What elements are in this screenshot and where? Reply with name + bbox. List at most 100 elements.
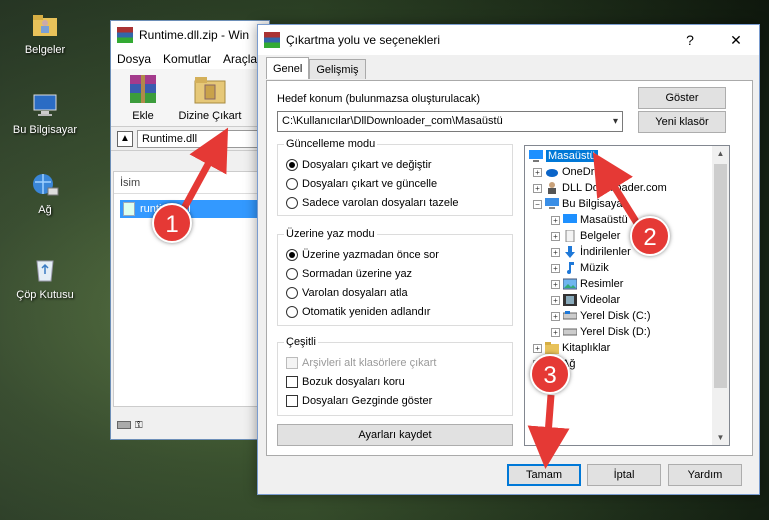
update-option-replace[interactable]: Dosyaları çıkart ve değiştir xyxy=(286,159,432,171)
update-option-update[interactable]: Dosyaları çıkart ve güncelle xyxy=(286,178,437,190)
update-option-freshen[interactable]: Sadece varolan dosyaları tazele xyxy=(286,197,459,209)
tree-item-drive-d[interactable]: + Yerel Disk (D:) xyxy=(551,324,651,340)
expand-icon[interactable]: + xyxy=(551,215,560,225)
scroll-up-icon[interactable]: ▲ xyxy=(712,149,729,158)
close-icon[interactable]: ✕ xyxy=(713,25,759,55)
tree-item-pictures[interactable]: + Resimler xyxy=(551,276,623,292)
destination-value: C:\Kullanıcılar\DllDownloader_com\Masaüs… xyxy=(282,115,503,127)
up-folder-icon[interactable]: ▲ xyxy=(117,130,133,147)
help-button[interactable]: Yardım xyxy=(668,464,742,486)
update-mode-group: Güncelleme modu Dosyaları çıkart ve deği… xyxy=(277,138,513,216)
winrar-pathbar: ▲ Runtime.dll xyxy=(111,127,269,151)
tree-item-desktop[interactable]: Masaüstü xyxy=(529,148,598,164)
radio-button[interactable] xyxy=(286,159,298,171)
expand-icon[interactable]: + xyxy=(551,311,560,321)
tree-item-videos[interactable]: + Videolar xyxy=(551,292,620,308)
tree-item-onedrive[interactable]: + OneDrive xyxy=(533,164,608,180)
tree-item-label: Masaüstü xyxy=(546,150,598,162)
checkbox[interactable] xyxy=(286,395,298,407)
overwrite-mode-title: Üzerine yaz modu xyxy=(284,228,377,240)
tree-item-music[interactable]: + Müzik xyxy=(551,260,609,276)
overwrite-option-skip[interactable]: Varolan dosyaları atla xyxy=(286,287,408,299)
download-icon xyxy=(565,246,575,258)
update-mode-title: Güncelleme modu xyxy=(284,138,378,150)
tab-general[interactable]: Genel xyxy=(266,57,310,79)
desktop-icon-recycle-bin[interactable]: Çöp Kutusu xyxy=(5,255,85,301)
tree-item-label: Masaüstü xyxy=(580,214,628,226)
misc-option-show-explorer[interactable]: Dosyaları Gezginde göster xyxy=(286,395,432,407)
add-button[interactable]: Ekle xyxy=(117,73,169,122)
misc-option-keep-broken[interactable]: Bozuk dosyaları koru xyxy=(286,376,405,388)
expand-icon[interactable]: + xyxy=(551,247,560,257)
drive-status-icon xyxy=(117,421,131,429)
radio-button[interactable] xyxy=(286,249,298,261)
ok-button[interactable]: Tamam xyxy=(507,464,581,486)
tree-item-label: Resimler xyxy=(580,278,624,290)
radio-button[interactable] xyxy=(286,178,298,190)
collapse-icon[interactable]: − xyxy=(533,199,542,209)
tree-item-pc-desktop[interactable]: + Masaüstü xyxy=(551,212,628,228)
extract-to-label: Dizine Çıkart xyxy=(178,110,242,122)
overwrite-option-ask[interactable]: Üzerine yazmadan önce sor xyxy=(286,249,439,261)
save-settings-button[interactable]: Ayarları kaydet xyxy=(277,424,513,446)
video-icon xyxy=(563,294,577,306)
option-label: Sormadan üzerine yaz xyxy=(302,268,413,280)
tree-item-drive-c[interactable]: + Yerel Disk (C:) xyxy=(551,308,651,324)
drive-icon xyxy=(563,311,577,320)
archive-path[interactable]: Runtime.dll xyxy=(137,129,269,148)
desktop-icon-documents[interactable]: Belgeler xyxy=(5,10,85,56)
radio-button[interactable] xyxy=(286,268,298,280)
computer-icon xyxy=(545,198,559,209)
desktop-icon-this-pc[interactable]: Bu Bilgisayar xyxy=(5,90,85,136)
column-header-name[interactable]: İsim xyxy=(114,172,262,194)
tree-item-documents[interactable]: + Belgeler xyxy=(551,228,620,244)
user-icon xyxy=(548,182,556,194)
menu-file[interactable]: Dosya xyxy=(117,52,151,66)
overwrite-option-rename[interactable]: Otomatik yeniden adlandır xyxy=(286,306,430,318)
menu-tools[interactable]: Araçla xyxy=(223,52,257,66)
desktop-icon-label: Bu Bilgisayar xyxy=(12,124,78,136)
winrar-titlebar[interactable]: Runtime.dll.zip - Win xyxy=(111,21,269,49)
menu-commands[interactable]: Komutlar xyxy=(163,52,211,66)
computer-icon xyxy=(33,94,57,116)
tree-scrollbar[interactable]: ▲ ▼ xyxy=(712,146,729,445)
tree-item-downloads[interactable]: + İndirilenler xyxy=(551,244,631,260)
music-icon xyxy=(567,262,574,274)
overwrite-option-overwrite[interactable]: Sormadan üzerine yaz xyxy=(286,268,412,280)
option-label: Varolan dosyaları atla xyxy=(302,287,408,299)
cancel-button[interactable]: İptal xyxy=(587,464,661,486)
expand-icon[interactable]: + xyxy=(551,327,560,337)
expand-icon[interactable]: + xyxy=(551,295,560,305)
chevron-down-icon[interactable]: ▾ xyxy=(613,112,618,131)
expand-icon[interactable]: + xyxy=(533,343,542,353)
dialog-titlebar[interactable]: Çıkartma yolu ve seçenekleri ? ✕ xyxy=(258,25,759,55)
dialog-title: Çıkartma yolu ve seçenekleri xyxy=(286,33,441,47)
expand-icon[interactable]: + xyxy=(551,279,560,289)
desktop-icon-network[interactable]: Ağ xyxy=(5,170,85,216)
new-folder-button[interactable]: Yeni klasör xyxy=(638,111,726,133)
help-title-button[interactable]: ? xyxy=(667,25,713,55)
expand-icon[interactable]: + xyxy=(551,263,560,273)
checkbox[interactable] xyxy=(286,376,298,388)
tree-item-label: Yerel Disk (D:) xyxy=(580,326,651,338)
scroll-down-icon[interactable]: ▼ xyxy=(712,433,729,442)
option-label: Arşivleri alt klasörlere çıkart xyxy=(302,357,437,369)
radio-button[interactable] xyxy=(286,197,298,209)
folder-tree[interactable]: Masaüstü + OneDrive + DLL Downloader.com… xyxy=(524,145,730,446)
tree-item-this-pc[interactable]: − Bu Bilgisayar xyxy=(533,196,626,212)
tab-advanced[interactable]: Gelişmiş xyxy=(309,59,366,79)
expand-icon[interactable]: + xyxy=(551,231,560,241)
radio-button[interactable] xyxy=(286,306,298,318)
show-button[interactable]: Göster xyxy=(638,87,726,109)
radio-button[interactable] xyxy=(286,287,298,299)
expand-icon[interactable]: + xyxy=(533,183,542,193)
destination-combo[interactable]: C:\Kullanıcılar\DllDownloader_com\Masaüs… xyxy=(277,111,623,132)
add-label: Ekle xyxy=(132,110,154,122)
expand-icon[interactable]: + xyxy=(533,167,542,177)
tree-item-label: OneDrive xyxy=(562,166,609,178)
step-2-badge: 2 xyxy=(630,216,670,256)
file-row[interactable]: runtime.dll xyxy=(120,200,262,218)
scroll-thumb[interactable] xyxy=(714,164,727,388)
tree-item-user[interactable]: + DLL Downloader.com xyxy=(533,180,667,196)
extract-to-button[interactable]: Dizine Çıkart xyxy=(175,73,245,122)
